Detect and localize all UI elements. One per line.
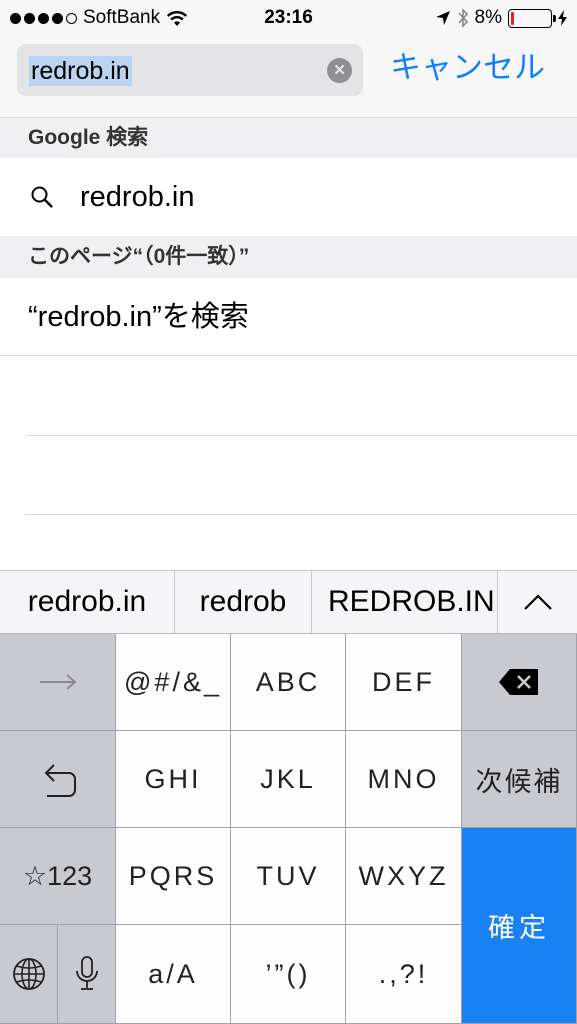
- google-suggestion-row[interactable]: redrob.in: [0, 158, 577, 236]
- google-search-header: Google 検索: [0, 118, 577, 158]
- status-right: 8%: [435, 7, 567, 29]
- backspace-key[interactable]: [462, 634, 577, 731]
- key-quotes-parens[interactable]: ’”(): [231, 925, 346, 1024]
- key-def[interactable]: DEF: [346, 634, 462, 731]
- predictive-bar: redrob.in redrob REDROB.IN: [0, 570, 577, 634]
- key-mno[interactable]: MNO: [346, 731, 462, 828]
- arrow-right-key[interactable]: [0, 634, 116, 731]
- key-ghi[interactable]: GHI: [116, 731, 231, 828]
- keyboard: @#/&_ ABC DEF GHI JKL MNO 次候補 ☆123 PQRS …: [0, 634, 577, 1024]
- globe-key[interactable]: [0, 925, 58, 1024]
- search-icon: [31, 186, 53, 208]
- search-input[interactable]: redrob.in ×: [17, 44, 363, 96]
- undo-key[interactable]: [0, 731, 116, 828]
- backspace-icon: [499, 669, 538, 695]
- cancel-button[interactable]: キャンセル: [390, 48, 545, 88]
- on-this-page-header: このページ“（0件一致）”: [0, 236, 577, 278]
- search-input-text[interactable]: redrob.in: [29, 56, 132, 86]
- arrow-right-icon: [39, 674, 77, 690]
- key-punctuation[interactable]: .,?!: [346, 925, 462, 1024]
- location-arrow-icon: [435, 11, 450, 25]
- expand-predictions-button[interactable]: [498, 571, 577, 633]
- key-abc[interactable]: ABC: [231, 634, 346, 731]
- battery-fill: [511, 11, 515, 25]
- battery-percent: 8%: [474, 7, 502, 28]
- clear-icon[interactable]: ×: [327, 58, 352, 83]
- key-jkl[interactable]: JKL: [231, 731, 346, 828]
- globe-icon: [12, 958, 45, 990]
- prediction-item[interactable]: REDROB.IN: [312, 571, 498, 633]
- microphone-icon: [75, 956, 98, 990]
- next-candidate-key[interactable]: 次候補: [462, 731, 577, 828]
- confirm-key[interactable]: 確定: [462, 828, 577, 1024]
- prediction-item[interactable]: redrob: [175, 571, 312, 633]
- undo-icon: [44, 764, 76, 797]
- number-toggle-key[interactable]: ☆123: [0, 828, 116, 925]
- list-divider: [26, 435, 577, 436]
- charging-bolt-icon: [558, 10, 567, 26]
- key-case-toggle[interactable]: a/A: [116, 925, 231, 1024]
- key-symbols[interactable]: @#/&_: [116, 634, 231, 731]
- list-divider: [26, 514, 577, 515]
- key-wxyz[interactable]: WXYZ: [346, 828, 462, 925]
- prediction-item[interactable]: redrob.in: [0, 571, 175, 633]
- chevron-up-icon: [523, 594, 552, 610]
- google-suggestion-text: redrob.in: [80, 181, 195, 213]
- find-on-page-row[interactable]: “redrob.in”を検索: [0, 278, 577, 356]
- search-bar: redrob.in × キャンセル: [0, 38, 577, 118]
- status-bar: SoftBank 23:16 8%: [0, 0, 577, 38]
- bluetooth-icon: [457, 8, 468, 28]
- key-pqrs[interactable]: PQRS: [116, 828, 231, 925]
- battery-icon: [508, 8, 556, 28]
- find-on-page-text: “redrob.in”を検索: [28, 301, 249, 333]
- key-tuv[interactable]: TUV: [231, 828, 346, 925]
- microphone-key[interactable]: [58, 925, 116, 1024]
